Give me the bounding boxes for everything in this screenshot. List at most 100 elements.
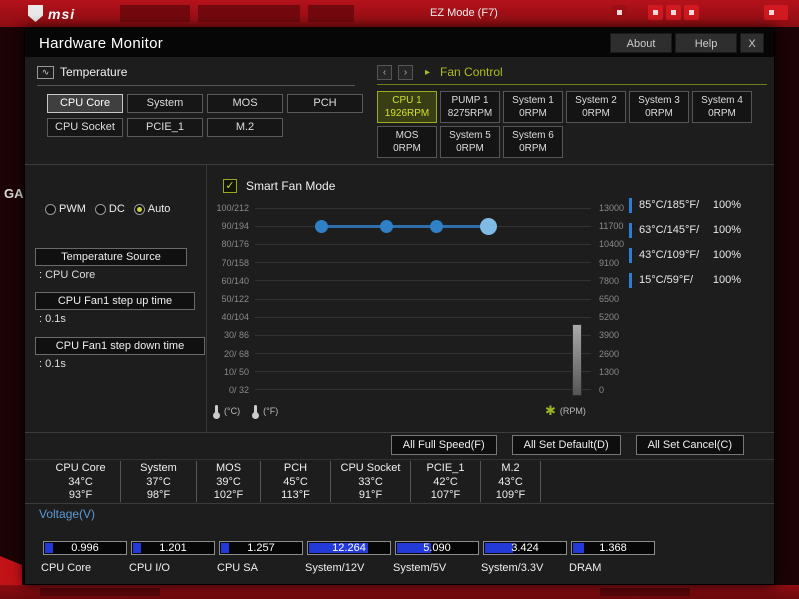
- fan-control-header: ‹ › ▸ Fan Control: [377, 63, 767, 81]
- rpm-axis-label: 3900: [591, 330, 629, 340]
- divider: [25, 503, 774, 504]
- close-button[interactable]: X: [740, 33, 764, 53]
- radio-icon: [95, 204, 106, 215]
- fan-name: System 6: [512, 129, 554, 142]
- temp-button-cpu-socket[interactable]: CPU Socket: [47, 118, 123, 137]
- voltage-gauge: 1.368: [571, 541, 655, 555]
- temperature-source-button[interactable]: Temperature Source: [35, 248, 187, 266]
- temp-button-system[interactable]: System: [127, 94, 203, 113]
- smart-fan-mode-toggle[interactable]: ✓ Smart Fan Mode: [223, 179, 335, 193]
- axis-unit-labels: (°C) (°F): [215, 405, 292, 416]
- y-axis-label: 10/ 50: [209, 367, 255, 377]
- temp-fahrenheit: 107°F: [411, 489, 480, 503]
- voltage-gauge: 3.424: [483, 541, 567, 555]
- voltage-rail-name: System/3.3V: [481, 562, 569, 574]
- voltage-value: 3.424: [484, 542, 566, 554]
- voltage-value: 1.201: [132, 542, 214, 554]
- fan-curve-point[interactable]: [430, 220, 443, 233]
- rpm-axis-label: 9100: [591, 258, 629, 268]
- fan-curve-line: [321, 225, 488, 228]
- temperature-icon: ∿: [37, 66, 54, 79]
- fan-name: MOS: [396, 129, 419, 142]
- radio-icon: [45, 204, 56, 215]
- point-percent: 100%: [713, 249, 741, 261]
- fan-rpm: 0RPM: [519, 107, 547, 120]
- temp-reading: CPU Core 34°C 93°F: [41, 461, 121, 502]
- temperature-panel-title: Temperature: [60, 65, 127, 79]
- all-full-speed-button[interactable]: All Full Speed(F): [391, 435, 497, 455]
- fan-name: CPU 1: [392, 94, 421, 107]
- y-axis-label: 30/ 86: [209, 330, 255, 340]
- gridline: [255, 371, 591, 372]
- dc-radio[interactable]: DC: [95, 203, 125, 215]
- rpm-axis-label: 5200: [591, 312, 629, 322]
- fan-curve-point[interactable]: [315, 220, 328, 233]
- all-set-cancel-button[interactable]: All Set Cancel(C): [636, 435, 744, 455]
- window-titlebar[interactable]: Hardware Monitor About Help X: [25, 29, 774, 57]
- auto-radio[interactable]: Auto: [134, 203, 171, 215]
- fan-button-system4[interactable]: System 4 0RPM: [692, 91, 752, 123]
- voltage-gauge: 1.257: [219, 541, 303, 555]
- fan-curve-point[interactable]: [380, 220, 393, 233]
- gridline: [255, 280, 591, 281]
- voltage-value: 1.257: [220, 542, 302, 554]
- temp-celsius: 43°C: [481, 476, 540, 490]
- screenshot-icon[interactable]: [612, 5, 627, 20]
- checkbox-checked-icon[interactable]: ✓: [223, 179, 237, 193]
- radio-selected-icon: [134, 204, 145, 215]
- help-button[interactable]: Help: [675, 33, 737, 53]
- fan-point-settings: 85°C/185°F/ 100% 63°C/145°F/ 100% 43°C/1…: [629, 197, 741, 297]
- fahrenheit-unit-label: (°F): [263, 406, 278, 416]
- camera-icon[interactable]: [648, 5, 663, 20]
- fan-icon: ✱: [545, 403, 556, 419]
- rpm-axis-label: 6500: [591, 294, 629, 304]
- info-icon[interactable]: [684, 5, 699, 20]
- fan-button-system3[interactable]: System 3 0RPM: [629, 91, 689, 123]
- hardware-monitor-window: Hardware Monitor About Help X ∿ Temperat…: [24, 28, 775, 585]
- language-icon[interactable]: [666, 5, 681, 20]
- fan-curve-point-active[interactable]: [480, 218, 497, 235]
- fan-button-mos[interactable]: MOS 0RPM: [377, 126, 437, 158]
- msi-shield-icon: [28, 5, 43, 22]
- fan-button-pump1[interactable]: PUMP 1 8275RPM: [440, 91, 500, 123]
- all-set-default-button[interactable]: All Set Default(D): [512, 435, 621, 455]
- point-percent: 100%: [713, 224, 741, 236]
- fan-rpm: 8275RPM: [448, 107, 492, 120]
- background-edge-text: GA: [4, 186, 24, 201]
- rpm-axis-label: 10400: [591, 239, 629, 249]
- temp-button-cpu-core[interactable]: CPU Core: [47, 94, 123, 113]
- temp-button-mos[interactable]: MOS: [207, 94, 283, 113]
- background-text-block: [120, 5, 190, 22]
- temp-fahrenheit: 93°F: [41, 489, 120, 503]
- fan-button-system6[interactable]: System 6 0RPM: [503, 126, 563, 158]
- rpm-axis-label: 13000: [591, 203, 629, 213]
- fan-button-system2[interactable]: System 2 0RPM: [566, 91, 626, 123]
- fan-button-system1[interactable]: System 1 0RPM: [503, 91, 563, 123]
- about-button[interactable]: About: [610, 33, 672, 53]
- fan-button-system5[interactable]: System 5 0RPM: [440, 126, 500, 158]
- chevron-left-icon[interactable]: ‹: [377, 65, 392, 80]
- temp-reading: System 37°C 98°F: [121, 461, 197, 502]
- temp-button-pcie1[interactable]: PCIE_1: [127, 118, 203, 137]
- temp-name: System: [121, 462, 196, 476]
- step-down-time-button[interactable]: CPU Fan1 step down time: [35, 337, 205, 355]
- chevron-right-icon[interactable]: ›: [398, 65, 413, 80]
- bios-bottom-bar: [0, 585, 799, 599]
- fan-button-cpu1[interactable]: CPU 1 1926RPM: [377, 91, 437, 123]
- voltage-value: 5.090: [396, 542, 478, 554]
- temp-reading: CPU Socket 33°C 91°F: [331, 461, 411, 502]
- y-axis-label: 50/122: [209, 294, 255, 304]
- temp-button-m2[interactable]: M.2: [207, 118, 283, 137]
- ez-mode-button[interactable]: EZ Mode (F7): [430, 7, 498, 19]
- step-up-time-button[interactable]: CPU Fan1 step up time: [35, 292, 195, 310]
- fan-speed-slider[interactable]: [572, 324, 582, 396]
- voltage-rail-name: DRAM: [569, 562, 657, 574]
- y-axis-label: 90/194: [209, 221, 255, 231]
- temp-button-pch[interactable]: PCH: [287, 94, 363, 113]
- gridline: [255, 262, 591, 263]
- step-up-time-value: : 0.1s: [39, 313, 66, 325]
- fan-rpm: 0RPM: [519, 142, 547, 155]
- y-axis-label: 20/ 68: [209, 349, 255, 359]
- voltage-section-title: Voltage(V): [39, 507, 95, 521]
- pwm-radio[interactable]: PWM: [45, 203, 86, 215]
